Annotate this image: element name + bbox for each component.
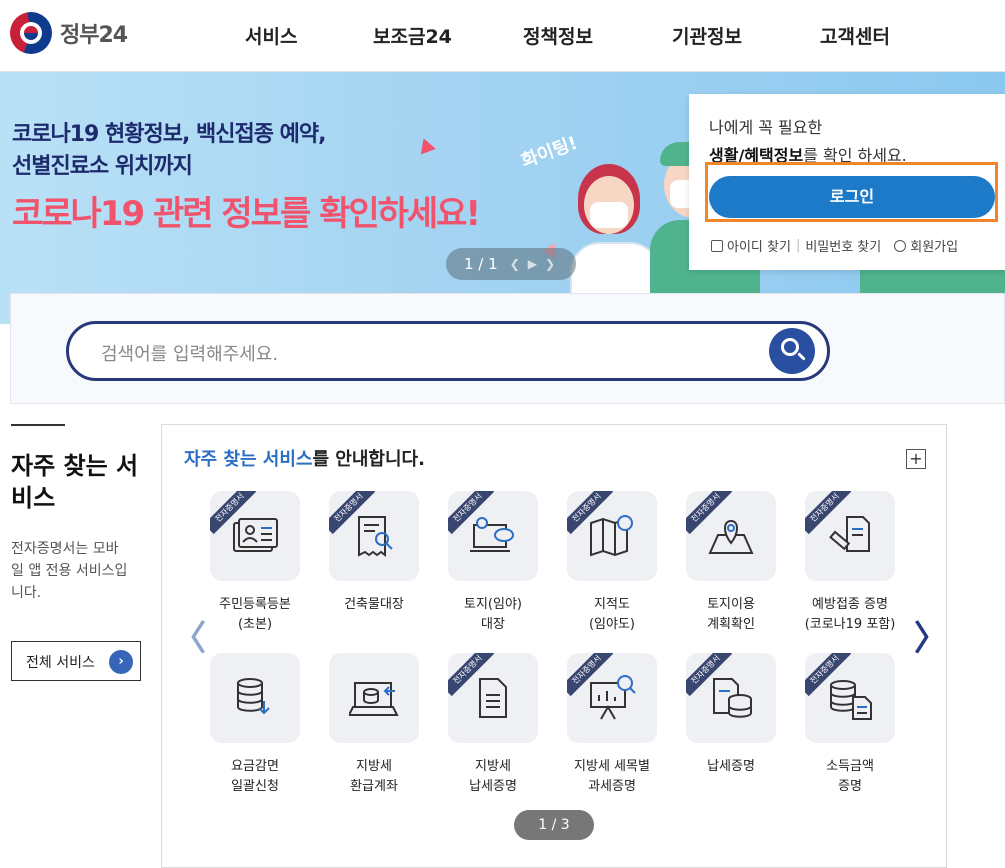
laptop-database-icon	[349, 682, 399, 716]
banner-next-icon[interactable]: ❯	[545, 257, 555, 271]
service-tile-building-register[interactable]: 전자증명서 건축물대장	[319, 491, 429, 615]
building-register-icon	[358, 516, 393, 557]
nav-services[interactable]: 서비스	[245, 22, 297, 49]
tile-icon-box: 전자증명서	[686, 491, 776, 581]
service-tile-local-tax-by-item[interactable]: 전자증명서 지방세 세목별 과세증명	[557, 653, 667, 797]
map-pin-icon	[708, 519, 754, 554]
search-icon	[781, 338, 799, 356]
banner-play-icon[interactable]: ▶	[528, 257, 537, 271]
all-services-label: 전체 서비스	[26, 655, 95, 671]
service-tile-local-tax-refund[interactable]: 지방세 환급계좌	[319, 653, 429, 797]
tile-icon-box: 전자증명서	[567, 653, 657, 743]
site-header: 정부24 서비스 보조금24 정책정보 기관정보 고객센터	[0, 0, 1005, 72]
tile-icon-box: 전자증명서	[448, 653, 538, 743]
tile-icon-box: 전자증명서	[805, 653, 895, 743]
tile-icon-box	[210, 653, 300, 743]
service-tile-income-certificate[interactable]: 전자증명서 소득금액 증명	[795, 653, 905, 797]
banner-prev-icon[interactable]: ❮	[510, 257, 520, 271]
search-panel: 검색어를 입력해주세요.	[10, 293, 1005, 404]
search-input[interactable]: 검색어를 입력해주세요.	[66, 321, 830, 381]
tile-label: 주민등록등본 (초본)	[219, 597, 291, 632]
nav-subsidy24[interactable]: 보조금24	[373, 22, 452, 49]
lock-icon	[711, 239, 723, 252]
search-button[interactable]	[769, 328, 815, 374]
service-tile-land-register[interactable]: 전자증명서 토지(임야) 대장	[438, 491, 548, 635]
database-download-icon	[237, 678, 270, 715]
service-tile-resident-registration[interactable]: 전자증명서 주민등록등본 (초본)	[200, 491, 310, 635]
vaccine-icon	[829, 516, 870, 552]
document-database-icon	[713, 678, 752, 718]
login-card: 나에게 꼭 필요한 생활/혜택정보를 확인 하세요. 로그인 아이디 찾기 | …	[689, 94, 1005, 270]
tile-label: 요금감면 일괄신청	[231, 759, 279, 794]
land-laptop-icon	[470, 517, 514, 552]
frequent-services-panel: 자주 찾는 서비스를 안내합니다. + 〈 〉 전자증명서 주민등록등본 (초본)…	[161, 424, 948, 868]
tile-label: 건축물대장	[344, 597, 404, 612]
service-tile-land-use-plan[interactable]: 전자증명서 토지이용 계획확인	[676, 491, 786, 635]
tile-icon-box	[329, 653, 419, 743]
tile-icon-box: 전자증명서	[329, 491, 419, 581]
section-divider	[11, 424, 65, 426]
banner-page-indicator: 1 / 1	[464, 255, 498, 273]
link-separator: |	[795, 238, 801, 253]
service-tile-local-tax-payment[interactable]: 전자증명서 지방세 납세증명	[438, 653, 548, 797]
tile-icon-box: 전자증명서	[210, 491, 300, 581]
services-page-indicator[interactable]: 1 / 3	[514, 810, 594, 840]
tile-label: 지방세 환급계좌	[350, 759, 398, 794]
main-nav: 서비스 보조금24 정책정보 기관정보 고객센터	[0, 22, 1005, 52]
map-compass-icon	[590, 515, 633, 557]
search-placeholder: 검색어를 입력해주세요.	[101, 344, 279, 365]
nav-policy-info[interactable]: 정책정보	[523, 22, 593, 49]
service-tile-cadastral-map[interactable]: 전자증명서 지적도 (임야도)	[557, 491, 667, 635]
tile-label: 소득금액 증명	[826, 759, 874, 794]
service-tile-vaccination-certificate[interactable]: 전자증명서 예방접종 증명 (코로나19 포함)	[795, 491, 905, 635]
tile-label: 토지이용 계획확인	[707, 597, 755, 632]
tile-icon-box: 전자증명서	[448, 491, 538, 581]
database-document-icon	[830, 680, 872, 720]
banner-headline: 코로나19 관련 정보를 확인하세요!	[12, 194, 481, 234]
login-button[interactable]: 로그인	[709, 176, 995, 218]
login-links: 아이디 찾기 | 비밀번호 찾기 회원가입	[711, 236, 958, 255]
join-link[interactable]: 회원가입	[910, 236, 958, 255]
all-services-button[interactable]: 전체 서비스 ›	[11, 641, 141, 681]
banner-pager[interactable]: 1 / 1 ❮ ▶ ❯	[446, 248, 576, 280]
side-title: 자주 찾는 서비스	[11, 452, 139, 512]
services-next-icon[interactable]: 〉	[914, 611, 948, 660]
service-tile-fee-reduction[interactable]: 요금감면 일괄신청	[200, 653, 310, 797]
services-title: 자주 찾는 서비스를 안내합니다.	[184, 445, 425, 471]
tile-label: 지적도 (임야도)	[588, 597, 636, 632]
tile-icon-box: 전자증명서	[805, 491, 895, 581]
find-id-link[interactable]: 아이디 찾기	[727, 236, 791, 255]
user-icon	[894, 239, 907, 252]
nav-agency-info[interactable]: 기관정보	[672, 22, 742, 49]
tile-icon-box: 전자증명서	[567, 491, 657, 581]
banner-line1: 코로나19 현황정보, 백신접종 예약,	[12, 122, 326, 147]
chevron-right-icon: ›	[109, 650, 133, 674]
nav-customer-center[interactable]: 고객센터	[820, 22, 890, 49]
chart-board-icon	[590, 675, 636, 720]
tile-label: 납세증명	[707, 759, 755, 774]
side-description: 전자증명서는 모바일 앱 전용 서비스입니다.	[11, 541, 128, 601]
tile-label: 지방세 납세증명	[469, 759, 517, 794]
tile-label: 예방접종 증명 (코로나19 포함)	[804, 597, 896, 632]
login-message-line1: 나에게 꼭 필요한	[709, 118, 823, 137]
services-title-rest: 를 안내합니다.	[312, 449, 425, 470]
services-title-highlight: 자주 찾는 서비스	[184, 449, 313, 470]
more-plus-button[interactable]: +	[906, 449, 926, 469]
decorative-triangle-icon	[416, 135, 436, 155]
tile-icon-box: 전자증명서	[686, 653, 776, 743]
id-card-icon	[233, 518, 278, 552]
document-icon	[479, 678, 507, 718]
service-tile-tax-payment[interactable]: 전자증명서 납세증명	[676, 653, 786, 777]
tile-label: 토지(임야) 대장	[464, 597, 522, 632]
tile-label: 지방세 세목별 과세증명	[574, 759, 650, 794]
banner-line2: 선별진료소 위치까지	[12, 154, 193, 179]
find-password-link[interactable]: 비밀번호 찾기	[805, 236, 881, 255]
